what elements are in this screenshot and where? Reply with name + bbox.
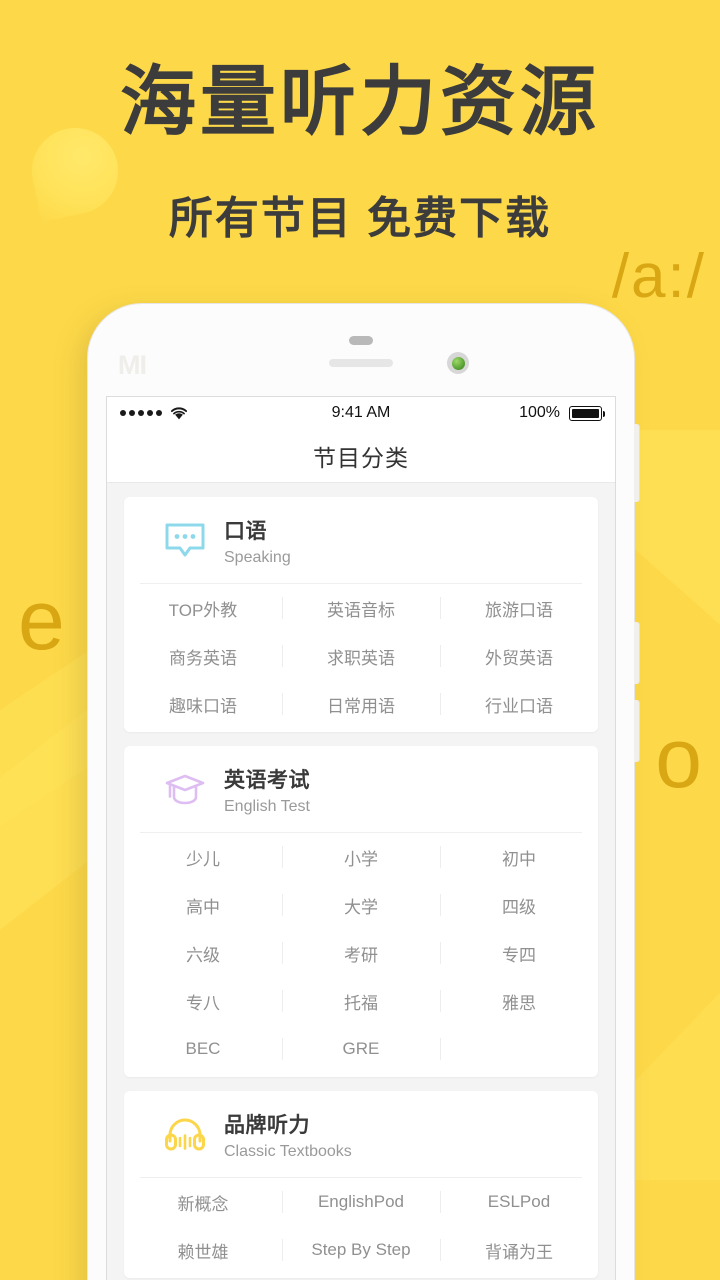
- card-header: 英语考试 English Test: [140, 746, 582, 833]
- phonetic-symbol-decoration: /a:/: [611, 242, 706, 311]
- category-item[interactable]: 旅游口语: [439, 584, 598, 632]
- category-item[interactable]: 少儿: [124, 833, 282, 881]
- category-item[interactable]: 新概念: [124, 1178, 282, 1226]
- category-item[interactable]: 商务英语: [124, 632, 282, 680]
- category-item[interactable]: 四级: [439, 881, 598, 929]
- speech-bubble-icon: [162, 521, 208, 561]
- graduation-cap-icon: [162, 770, 208, 810]
- card-title-group: 品牌听力 Classic Textbooks: [224, 1109, 352, 1161]
- category-item-grid: TOP外教 英语音标 旅游口语 商务英语 求职英语 外贸英语 趣味口语 日常用语…: [124, 584, 598, 732]
- card-title-group: 英语考试 English Test: [224, 764, 310, 816]
- category-item-empty: [439, 1025, 598, 1073]
- card-title-cn: 口语: [224, 520, 267, 543]
- card-title-en: Speaking: [224, 549, 291, 566]
- card-title-en: English Test: [224, 798, 310, 815]
- category-item[interactable]: 求职英语: [281, 632, 440, 680]
- card-title-cn: 品牌听力: [224, 1114, 310, 1137]
- category-item[interactable]: 外贸英语: [439, 632, 598, 680]
- card-header: 口语 Speaking: [140, 497, 582, 584]
- letter-e-decoration: e: [18, 573, 65, 667]
- category-item[interactable]: BEC: [124, 1025, 282, 1073]
- category-item[interactable]: 专八: [124, 977, 282, 1025]
- category-item[interactable]: 趣味口语: [124, 680, 282, 728]
- category-item[interactable]: 赖世雄: [124, 1226, 282, 1274]
- category-item[interactable]: 大学: [281, 881, 440, 929]
- category-item[interactable]: TOP外教: [124, 584, 282, 632]
- category-item[interactable]: EnglishPod: [281, 1178, 440, 1226]
- card-title-en: Classic Textbooks: [224, 1143, 352, 1160]
- category-item[interactable]: 六级: [124, 929, 282, 977]
- category-item[interactable]: 初中: [439, 833, 598, 881]
- navigation-bar: 节目分类: [107, 429, 615, 483]
- battery-icon: [569, 406, 605, 421]
- category-item[interactable]: Step By Step: [281, 1226, 440, 1274]
- letter-o-decoration: o: [655, 711, 702, 805]
- category-item[interactable]: 托福: [281, 977, 440, 1025]
- phone-screen: 9:41 AM 100% 节目分类 口语 Speaking TOP外教 英语音标…: [106, 396, 616, 1280]
- front-camera-icon: [447, 352, 469, 374]
- poster-headline: 海量听力资源: [120, 60, 600, 145]
- category-item[interactable]: 雅思: [439, 977, 598, 1025]
- category-item-grid: 少儿 小学 初中 高中 大学 四级 六级 考研 专四 专八 托福 雅思 BEC …: [124, 833, 598, 1077]
- category-item[interactable]: 行业口语: [439, 680, 598, 728]
- category-item[interactable]: 小学: [281, 833, 440, 881]
- card-title-cn: 英语考试: [224, 769, 310, 792]
- mi-brand-logo: MI: [118, 350, 147, 380]
- earpiece-speaker: [329, 359, 393, 367]
- card-title-group: 口语 Speaking: [224, 515, 291, 567]
- category-item-grid: 新概念 EnglishPod ESLPod 赖世雄 Step By Step 背…: [124, 1178, 598, 1278]
- category-item[interactable]: 高中: [124, 881, 282, 929]
- category-item[interactable]: 英语音标: [281, 584, 440, 632]
- status-bar: 9:41 AM 100%: [107, 397, 615, 429]
- category-item[interactable]: ESLPod: [439, 1178, 598, 1226]
- category-item[interactable]: GRE: [281, 1025, 440, 1073]
- category-item[interactable]: 日常用语: [281, 680, 440, 728]
- page-title: 节目分类: [313, 444, 409, 471]
- category-list: 口语 Speaking TOP外教 英语音标 旅游口语 商务英语 求职英语 外贸…: [107, 483, 615, 1278]
- category-item[interactable]: 背诵为王: [439, 1226, 598, 1274]
- headphones-icon: [162, 1115, 208, 1155]
- category-item[interactable]: 考研: [281, 929, 440, 977]
- card-header: 品牌听力 Classic Textbooks: [140, 1091, 582, 1178]
- power-button[interactable]: [634, 424, 639, 502]
- proximity-sensor-icon: [349, 336, 373, 345]
- poster-subheadline: 所有节目 免费下载: [168, 194, 552, 243]
- category-card-speaking: 口语 Speaking TOP外教 英语音标 旅游口语 商务英语 求职英语 外贸…: [124, 497, 598, 732]
- battery-percentage: 100%: [519, 404, 560, 421]
- volume-down-button[interactable]: [634, 700, 639, 762]
- poster-background: /a:/ e o 海量听力资源 所有节目 免费下载 MI 9:41 AM 100…: [0, 0, 720, 1280]
- category-card-english-test: 英语考试 English Test 少儿 小学 初中 高中 大学 四级 六级 考…: [124, 746, 598, 1077]
- category-item[interactable]: 专四: [439, 929, 598, 977]
- volume-up-button[interactable]: [634, 622, 639, 684]
- category-card-classic-textbooks: 品牌听力 Classic Textbooks 新概念 EnglishPod ES…: [124, 1091, 598, 1278]
- phone-mockup: MI 9:41 AM 100% 节目分类 口语 Speaking TOP外教 英…: [88, 304, 639, 1280]
